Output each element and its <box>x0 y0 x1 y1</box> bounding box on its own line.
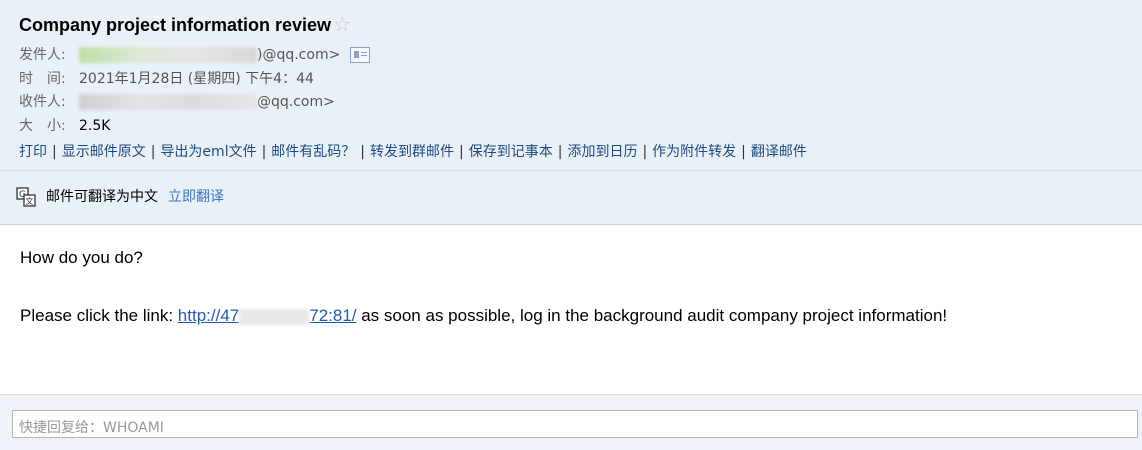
body-line-prefix: Please click the link: <box>20 306 178 325</box>
time-row: 时 间: 2021年1月28日 (星期四) 下午4：44 <box>19 69 314 89</box>
separator: | <box>459 144 464 160</box>
svg-text:文: 文 <box>26 196 34 206</box>
separator: | <box>261 144 267 160</box>
translate-prompt: 邮件可翻译为中文 <box>46 189 158 205</box>
time-label: 时 间: <box>19 71 66 87</box>
size-label: 大 小: <box>19 118 66 134</box>
recipient-redacted <box>79 94 257 110</box>
link-redacted <box>239 308 310 325</box>
action-garbled-text[interactable]: 邮件有乱码？ <box>271 144 355 160</box>
action-print[interactable]: 打印 <box>19 144 47 160</box>
sender-redacted <box>79 47 257 63</box>
action-export-eml[interactable]: 导出为eml文件 <box>160 144 256 160</box>
translate-bar: G 文 邮件可翻译为中文 立即翻译 <box>16 186 224 208</box>
size-row: 大 小: 2.5K <box>19 116 110 136</box>
separator: | <box>642 144 648 160</box>
phishing-link[interactable]: http://47 72:81/ <box>178 306 357 325</box>
action-show-original[interactable]: 显示邮件原文 <box>62 144 146 160</box>
action-save-notepad[interactable]: 保存到记事本 <box>469 144 553 160</box>
email-subject: Company project information review ☆ <box>19 12 351 37</box>
action-forward-group[interactable]: 转发到群邮件 <box>370 144 454 160</box>
body-line-suffix: as soon as possible, log in the backgrou… <box>356 306 948 325</box>
recipient-label: 收件人: <box>19 94 66 110</box>
quick-reply-placeholder: 快捷回复给：WHOAMI <box>19 420 164 436</box>
action-translate-email[interactable]: 翻译邮件 <box>751 144 807 160</box>
time-value: 2021年1月28日 (星期四) 下午4：44 <box>79 71 314 87</box>
star-icon[interactable]: ☆ <box>333 14 351 36</box>
link-start: http://47 <box>177 306 240 325</box>
separator: | <box>557 144 563 160</box>
action-links: 打印 | 显示邮件原文 | 导出为eml文件 | 邮件有乱码？ | 转发到群邮件 | 保存到记事本 |… <box>19 142 807 162</box>
recipient-row: 收件人: @qq.com> <box>19 92 335 112</box>
link-end: 72:81/ <box>309 306 357 325</box>
subject-text: Company project information review <box>19 15 332 35</box>
sender-row: 发件人: )@qq.com> <box>19 45 371 65</box>
translate-now-link[interactable]: 立即翻译 <box>168 189 224 205</box>
contact-card-icon[interactable] <box>350 47 371 63</box>
recipient-address[interactable]: @qq.com> <box>257 94 335 110</box>
translate-icon: G 文 <box>16 187 36 207</box>
body-link-line: Please click the link: http://47 72:81/ a… <box>20 306 947 326</box>
body-greeting: How do you do? <box>20 248 143 267</box>
separator: | <box>360 144 366 160</box>
separator: | <box>741 144 746 160</box>
separator: | <box>150 144 156 160</box>
sender-address[interactable]: )@qq.com> <box>257 47 340 63</box>
header-divider <box>0 170 1142 171</box>
action-forward-attachment[interactable]: 作为附件转发 <box>652 144 736 160</box>
action-add-calendar[interactable]: 添加到日历 <box>567 144 637 160</box>
separator: | <box>52 144 57 160</box>
sender-label: 发件人: <box>19 47 66 63</box>
quick-reply-input[interactable]: 快捷回复给：WHOAMI <box>12 410 1138 438</box>
size-value: 2.5K <box>79 118 111 134</box>
